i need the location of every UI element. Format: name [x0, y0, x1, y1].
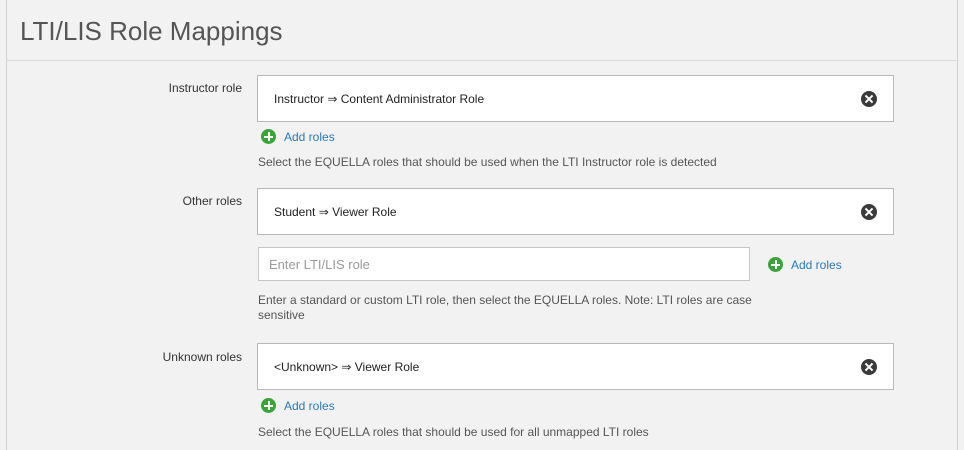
unknown-roles-label: Unknown roles: [162, 350, 242, 364]
other-help-line2: sensitive: [258, 308, 305, 322]
other-add-roles-link[interactable]: Add roles: [768, 257, 842, 272]
instructor-help-text: Select the EQUELLA roles that should be …: [258, 155, 717, 169]
add-roles-label: Add roles: [284, 129, 335, 144]
unknown-add-roles-link[interactable]: Add roles: [261, 398, 335, 413]
other-help-line1: Enter a standard or custom LTI role, the…: [258, 293, 752, 307]
add-roles-label: Add roles: [284, 398, 335, 413]
instructor-role-mapping: Instructor ⇒ Content Administrator Role: [257, 75, 894, 122]
other-roles-label: Other roles: [182, 194, 242, 208]
plus-circle-icon: [768, 257, 783, 272]
unknown-role-mapping: <Unknown> ⇒ Viewer Role: [257, 343, 894, 390]
title-divider: [6, 60, 956, 61]
remove-icon[interactable]: [861, 359, 877, 375]
other-role-mapping: Student ⇒ Viewer Role: [257, 188, 894, 235]
mapping-text: Student ⇒ Viewer Role: [274, 205, 397, 219]
mapping-text: Instructor ⇒ Content Administrator Role: [274, 92, 485, 106]
lti-role-input[interactable]: [258, 247, 750, 281]
mapping-text: <Unknown> ⇒ Viewer Role: [274, 360, 420, 374]
remove-icon[interactable]: [861, 204, 877, 220]
page-title: LTI/LIS Role Mappings: [20, 16, 283, 46]
instructor-role-label: Instructor role: [168, 81, 242, 95]
instructor-add-roles-link[interactable]: Add roles: [261, 129, 335, 144]
unknown-help-text: Select the EQUELLA roles that should be …: [258, 425, 649, 439]
plus-circle-icon: [261, 398, 276, 413]
remove-icon[interactable]: [861, 91, 877, 107]
add-roles-label: Add roles: [791, 257, 842, 272]
other-help-text: Enter a standard or custom LTI role, the…: [258, 293, 752, 323]
plus-circle-icon: [261, 129, 276, 144]
